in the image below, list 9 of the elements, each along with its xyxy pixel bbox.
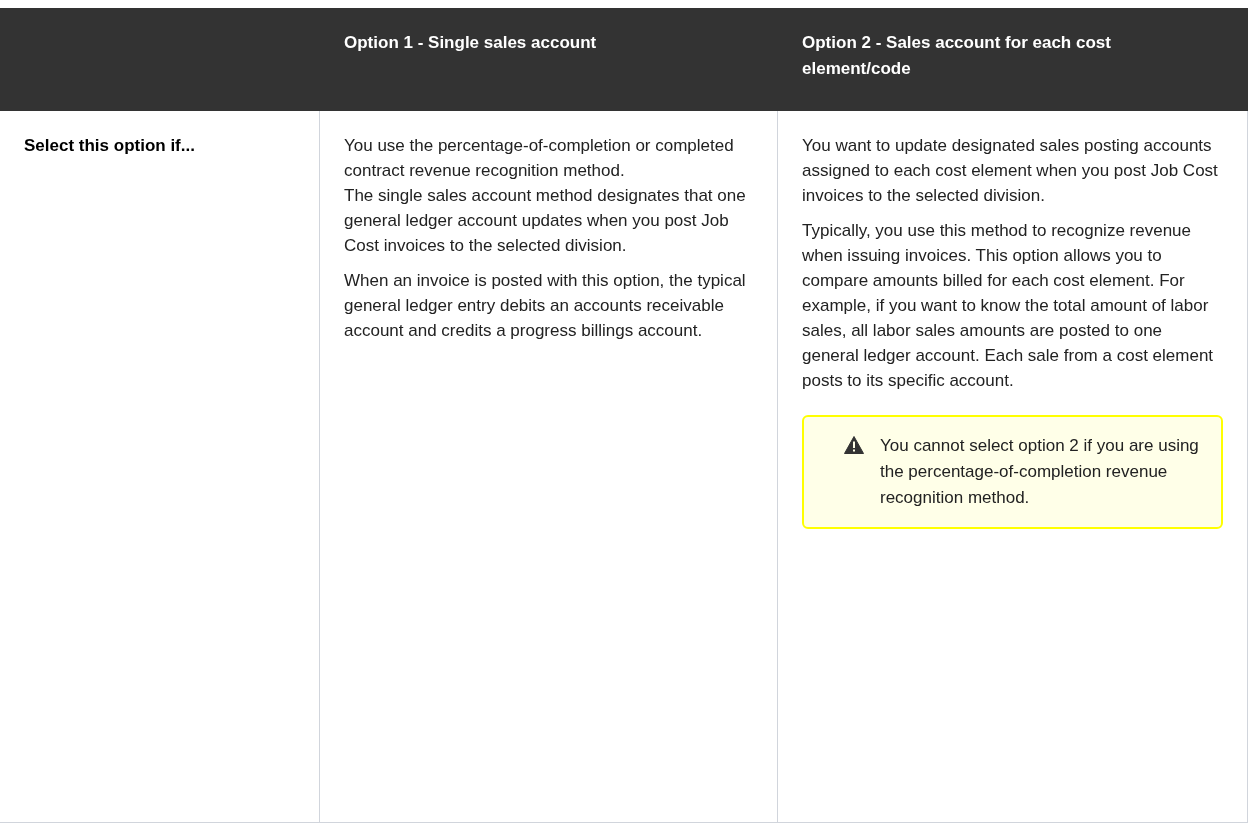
- column-header: Option 2 - Sales account for each cost element/code: [802, 32, 1112, 80]
- paragraph: When an invoice is posted with this option, the typical general ledger entry debits an accounts receivable account and credits a progress billings account.: [344, 270, 747, 342]
- column-header: Option 1 - Single sales account: [344, 32, 598, 54]
- paragraph: You use the percentage-of-completion or completed contract revenue recognition method. The single sales account method designates that one general ledger account updates when you post Job Cost invoices to the selected division.: [344, 135, 747, 257]
- paragraph: You want to update designated sales posting accounts assigned to each cost element when you post Job Cost invoices to the selected division.: [802, 135, 1219, 207]
- warning-note: You cannot select option 2 if you are using the percentage-of-completion revenue recognition method.: [802, 415, 1223, 529]
- paragraph: Typically, you use this method to recognize revenue when issuing invoices. This option allows you to compare amounts billed for each cost element. For example, if you want to know the total amount of labor sales, all labor sales amounts are posted to one general ledger account. Each sale from a cost element posts to its specific account.: [802, 220, 1215, 392]
- warning-icon: [844, 436, 864, 454]
- row-label: Select this option if...: [24, 135, 196, 157]
